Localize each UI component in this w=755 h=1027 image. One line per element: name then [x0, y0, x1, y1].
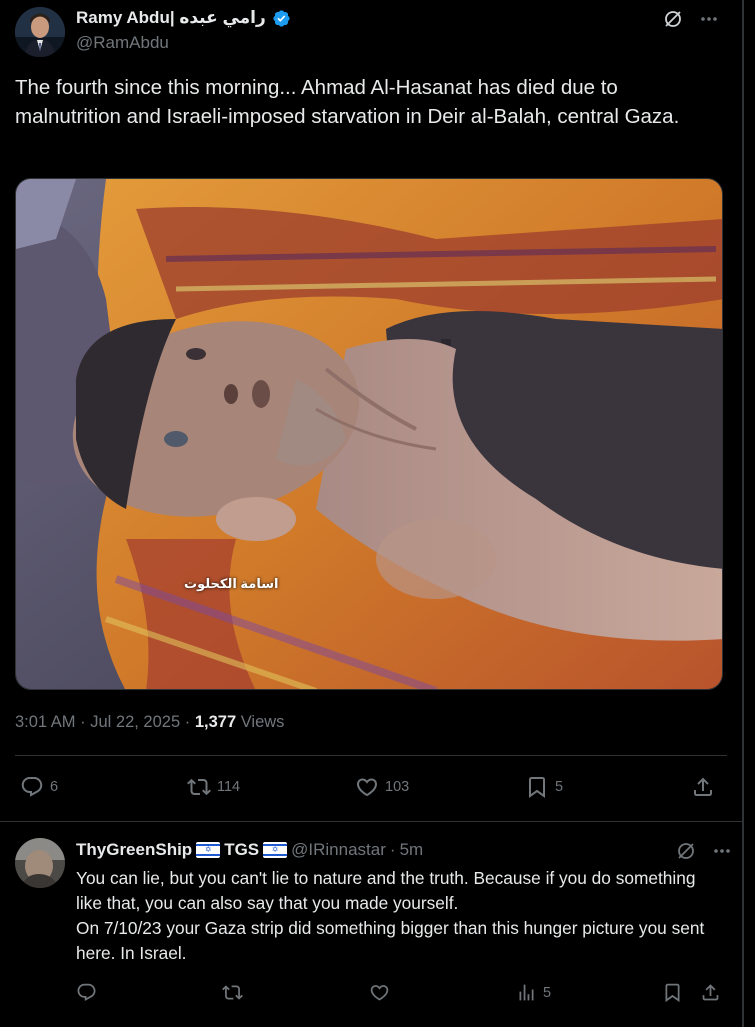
bookmark-count: 5 — [555, 779, 564, 795]
share-button[interactable] — [700, 982, 721, 1003]
repost-icon — [187, 778, 211, 796]
repost-count: 114 — [217, 779, 241, 795]
views-button[interactable]: 5 — [516, 982, 551, 1003]
like-button[interactable] — [369, 982, 390, 1003]
share-button[interactable] — [691, 775, 715, 799]
media-image — [16, 179, 722, 689]
bookmark-icon — [529, 777, 545, 798]
tweet-media[interactable]: اسامة الكحلوت — [15, 178, 723, 690]
reply-paragraph: You can lie, but you can't lie to nature… — [76, 868, 696, 913]
main-tweet: Ramy Abdu| رامي عبده @RamAbdu The fourth… — [0, 0, 742, 821]
grok-icon[interactable] — [662, 8, 684, 30]
bookmark-icon — [665, 983, 680, 1003]
reply-time[interactable]: 5m — [400, 840, 424, 860]
tweet-time[interactable]: 3:01 AM — [15, 713, 76, 731]
reply-text: You can lie, but you can't lie to nature… — [76, 866, 726, 966]
israel-flag-icon: ✡ — [196, 842, 221, 858]
reply-header: ThyGreenShip ✡ TGS ✡ @IRinnastar · 5m — [76, 840, 423, 860]
author-name[interactable]: Ramy Abdu| رامي عبده — [76, 8, 266, 28]
reply-button[interactable] — [76, 982, 97, 1003]
repost-button[interactable] — [222, 982, 243, 1003]
repost-button[interactable]: 114 — [187, 775, 240, 799]
author-handle[interactable]: @RamAbdu — [76, 33, 169, 53]
views-count: 1,377 — [194, 713, 237, 731]
reply-author-avatar[interactable] — [15, 838, 65, 888]
meta-separator: · — [389, 840, 396, 859]
verified-icon — [273, 9, 290, 27]
share-icon — [694, 777, 712, 796]
divider — [15, 755, 727, 756]
like-icon — [370, 985, 389, 1001]
tweet-text: The fourth since this morning... Ahmad A… — [15, 76, 680, 128]
reply-icon — [21, 777, 43, 797]
author-avatar[interactable] — [15, 7, 65, 57]
reply-count: 6 — [50, 779, 59, 795]
israel-flag-icon: ✡ — [263, 842, 288, 858]
more-icon[interactable] — [711, 840, 733, 862]
divider — [0, 821, 742, 822]
more-icon[interactable] — [698, 8, 720, 30]
column-border — [742, 0, 744, 1027]
reply-author-name[interactable]: ThyGreenShip — [76, 840, 192, 860]
meta-separator: · — [80, 713, 91, 731]
views-icon — [519, 984, 534, 1001]
tweet-date[interactable]: Jul 22, 2025 — [90, 713, 180, 731]
like-count: 103 — [385, 779, 410, 795]
tweet-meta: 3:01 AM · Jul 22, 2025 · 1,377 Views — [15, 713, 284, 732]
bookmark-button[interactable] — [662, 982, 683, 1003]
reply-name-suffix[interactable]: TGS — [224, 840, 259, 860]
reply-author-handle[interactable]: @IRinnastar — [291, 840, 386, 860]
reply-button[interactable]: 6 — [20, 775, 58, 799]
media-caption: اسامة الكحلوت — [184, 576, 279, 591]
reply-paragraph: On 7/10/23 your Gaza strip did something… — [76, 918, 705, 963]
reply-action-bar: 5 — [76, 980, 726, 1008]
reply-icon — [77, 983, 96, 1001]
repost-icon — [222, 985, 243, 1000]
bookmark-button[interactable]: 5 — [525, 775, 563, 799]
like-button[interactable]: 103 — [355, 775, 409, 799]
action-bar: 6 114 103 5 — [15, 770, 727, 806]
share-icon — [702, 984, 719, 1001]
views-label: Views — [240, 713, 285, 731]
grok-icon[interactable] — [675, 840, 697, 862]
meta-separator: · — [184, 713, 195, 731]
like-icon — [356, 778, 378, 797]
reply-views-count: 5 — [543, 984, 552, 1001]
